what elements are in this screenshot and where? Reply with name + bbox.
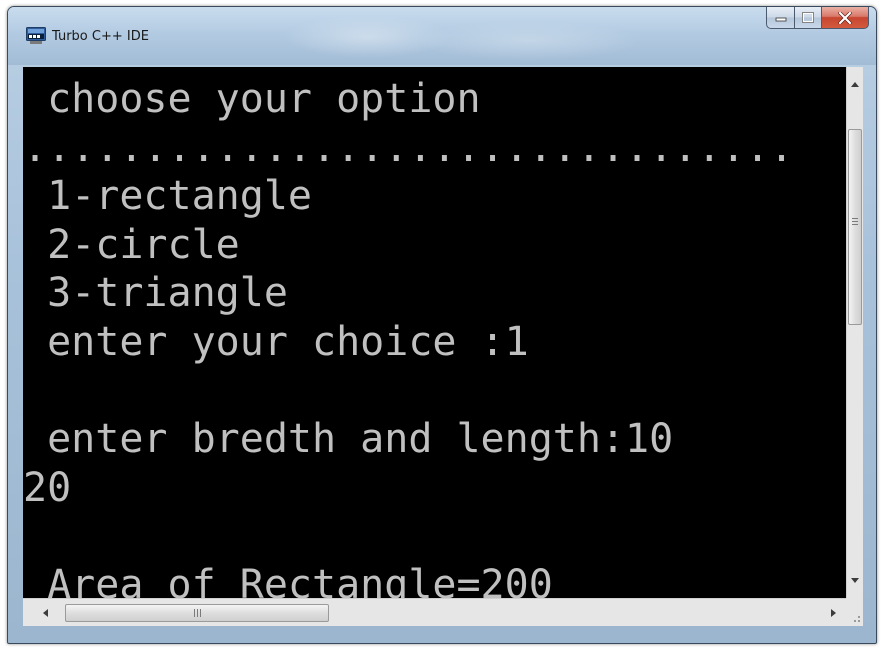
console-window: Turbo C++ IDE choose your option .......… [7,6,877,644]
console-line: 1-rectangle [23,173,312,220]
horizontal-scrollbar[interactable] [23,598,846,626]
scroll-right-button[interactable] [823,599,843,626]
size-grip-icon [854,616,860,622]
scroll-left-button[interactable] [35,599,55,626]
console-line: 3-triangle [23,270,288,317]
turbo-cpp-ide-icon[interactable] [26,27,46,45]
grip-icon [852,218,858,225]
console-line: ................................ [23,124,794,171]
caption-buttons [766,7,869,29]
vertical-scrollbar[interactable] [846,67,863,598]
close-icon [838,11,852,24]
minimize-icon [775,17,786,21]
scroll-right-arrow-icon [830,608,836,617]
vertical-scroll-thumb[interactable] [848,129,862,325]
maximize-button[interactable] [795,7,822,29]
window-bottom-border [8,626,876,643]
console-line: 2-circle [23,221,240,268]
console-line: Area of Rectangle=200 [23,561,553,598]
maximize-icon [802,12,814,23]
scroll-down-button[interactable] [847,572,863,589]
console-line: 20 [23,464,72,511]
horizontal-scroll-thumb[interactable] [65,604,329,622]
scroll-down-arrow-icon [851,578,859,583]
window-title: Turbo C++ IDE [52,29,149,44]
close-button[interactable] [822,7,869,29]
grip-icon [194,609,201,617]
scroll-up-arrow-icon [851,82,859,87]
console-line: enter bredth and length:10 [23,416,674,463]
title-bar[interactable]: Turbo C++ IDE [8,7,876,65]
console-line: enter your choice :1 [23,318,529,365]
scroll-left-arrow-icon [42,608,48,617]
scroll-up-button[interactable] [847,76,863,93]
console-text: choose your option .....................… [23,75,794,598]
console-line: choose your option [23,76,481,122]
size-grip[interactable] [846,598,863,626]
console-output[interactable]: choose your option .....................… [23,67,861,598]
minimize-button[interactable] [766,7,795,29]
